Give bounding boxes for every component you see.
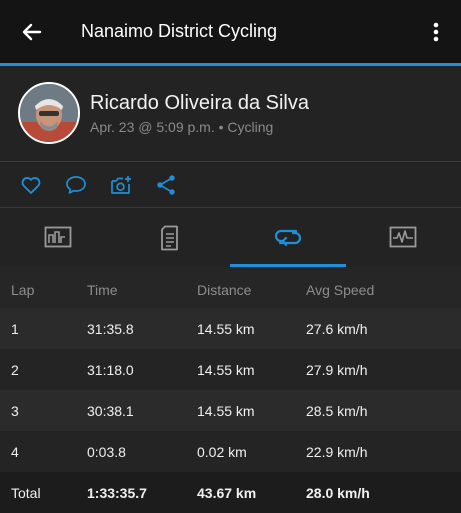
heart-icon[interactable]	[19, 173, 43, 197]
details-icon	[161, 225, 178, 251]
lap-time: 31:18.0	[87, 362, 134, 378]
lap-distance: 14.55 km	[197, 362, 255, 378]
tab-bar	[0, 208, 461, 267]
add-photo-icon[interactable]	[109, 173, 133, 197]
lap-avg-speed: 27.9 km/h	[306, 362, 368, 378]
lap-distance: 14.55 km	[197, 321, 255, 337]
table-row[interactable]: 1 31:35.8 14.55 km 27.6 km/h	[0, 308, 461, 349]
column-header: Avg Speed	[306, 282, 375, 298]
table-header: Lap Time Distance Avg Speed	[0, 267, 461, 308]
laps-table: Lap Time Distance Avg Speed 1 31:35.8 14…	[0, 267, 461, 513]
page-title: Nanaimo District Cycling	[81, 21, 278, 41]
lap-distance: 14.55 km	[197, 403, 255, 419]
lap-number: 3	[11, 403, 19, 419]
comment-icon[interactable]	[64, 173, 88, 197]
table-row[interactable]: 2 31:18.0 14.55 km 27.9 km/h	[0, 349, 461, 390]
share-icon[interactable]	[154, 173, 178, 197]
table-row[interactable]: 3 30:38.1 14.55 km 28.5 km/h	[0, 390, 461, 431]
lap-number: 2	[11, 362, 19, 378]
tab-laps[interactable]	[230, 208, 345, 267]
arrow-left-icon[interactable]	[20, 20, 44, 44]
athlete-name[interactable]: Ricardo Oliveira da Silva	[90, 92, 309, 115]
stats-icon	[44, 226, 72, 248]
column-header: Distance	[197, 282, 252, 298]
avatar-photo	[20, 84, 78, 142]
lap-number: 1	[11, 321, 19, 337]
action-bar	[0, 162, 461, 207]
column-header: Time	[87, 282, 118, 298]
laps-icon	[274, 229, 302, 247]
tab-details[interactable]	[115, 208, 230, 267]
more-vertical-icon[interactable]	[426, 20, 446, 44]
avatar[interactable]	[18, 82, 80, 144]
total-time: 1:33:35.7	[87, 485, 147, 501]
lap-time: 31:35.8	[87, 321, 134, 337]
lap-avg-speed: 27.6 km/h	[306, 321, 368, 337]
lap-number: 4	[11, 444, 19, 460]
lap-distance: 0.02 km	[197, 444, 247, 460]
total-distance: 43.67 km	[197, 485, 257, 501]
column-header: Lap	[11, 282, 35, 298]
lap-avg-speed: 28.5 km/h	[306, 403, 368, 419]
tab-stats[interactable]	[0, 208, 115, 267]
total-avg-speed: 28.0 km/h	[306, 485, 370, 501]
chart-icon	[389, 226, 417, 248]
app-bar: Nanaimo District Cycling	[0, 0, 461, 63]
total-label: Total	[11, 485, 41, 501]
lap-avg-speed: 22.9 km/h	[306, 444, 368, 460]
activity-meta: Apr. 23 @ 5:09 p.m. • Cycling	[90, 119, 274, 135]
lap-time: 0:03.8	[87, 444, 126, 460]
table-total-row: Total 1:33:35.7 43.67 km 28.0 km/h	[0, 472, 461, 513]
tab-charts[interactable]	[345, 208, 460, 267]
activity-header: Ricardo Oliveira da Silva Apr. 23 @ 5:09…	[0, 66, 461, 161]
lap-time: 30:38.1	[87, 403, 134, 419]
table-row[interactable]: 4 0:03.8 0.02 km 22.9 km/h	[0, 431, 461, 472]
